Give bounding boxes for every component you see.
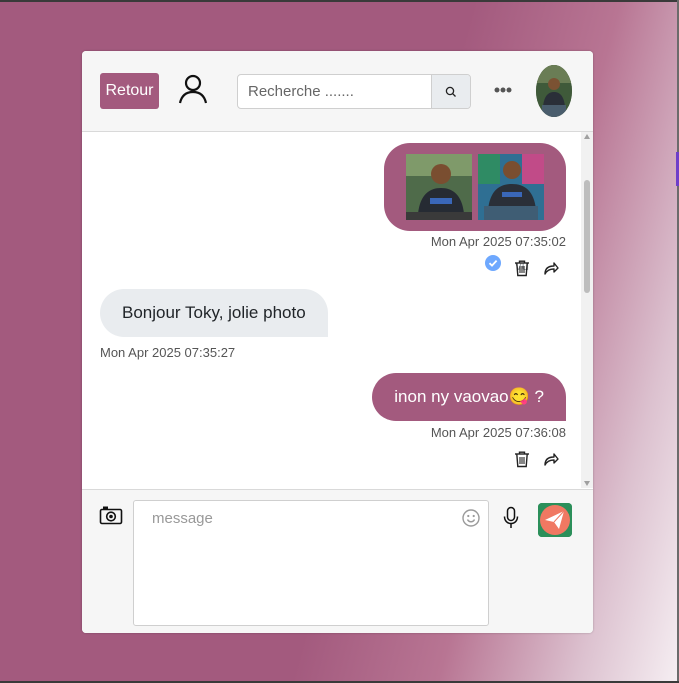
check-icon	[485, 255, 501, 271]
message-timestamp: Mon Apr 2025 07:36:08	[430, 425, 566, 440]
share-icon[interactable]	[542, 259, 560, 277]
search-input[interactable]	[238, 75, 424, 108]
user-icon[interactable]	[177, 73, 209, 105]
emoji-icon[interactable]	[462, 509, 480, 527]
incoming-message-bubble: Bonjour Toky, jolie photo	[100, 289, 328, 337]
message-timestamp: Mon Apr 2025 07:35:02	[430, 234, 566, 249]
message-photo[interactable]	[406, 154, 472, 220]
scroll-down-arrow[interactable]	[584, 481, 590, 486]
share-icon[interactable]	[542, 450, 560, 468]
message-list[interactable]: Mon Apr 2025 07:35:02 vu Bonjour Toky, j…	[82, 132, 593, 488]
chat-header: Retour	[82, 51, 593, 132]
search-box	[237, 74, 471, 109]
search-icon	[445, 86, 456, 97]
message-scrollbar[interactable]	[581, 132, 593, 488]
message-timestamp: Mon Apr 2025 07:35:27	[100, 345, 236, 360]
more-icon[interactable]	[494, 87, 512, 93]
message-composer	[82, 489, 593, 633]
photo-message-bubble	[384, 143, 566, 231]
chat-card: Retour Recherche ....... Mon Apr 2025 07…	[82, 51, 593, 633]
message-input[interactable]	[134, 501, 488, 625]
camera-icon[interactable]	[99, 505, 123, 525]
outgoing-message-bubble: inon ny vaovao😋 ?	[372, 373, 566, 421]
microphone-icon[interactable]	[501, 506, 521, 530]
message-input-box	[133, 500, 489, 626]
scroll-thumb[interactable]	[584, 180, 590, 293]
send-button[interactable]	[538, 503, 572, 537]
window-frame-top	[0, 0, 679, 2]
back-button[interactable]: Retour	[100, 73, 159, 109]
avatar[interactable]	[536, 65, 572, 117]
search-button[interactable]	[431, 75, 470, 108]
message-photo[interactable]	[478, 154, 544, 220]
send-icon	[538, 503, 572, 537]
trash-icon[interactable]	[513, 259, 531, 277]
trash-icon[interactable]	[513, 450, 531, 468]
scroll-up-arrow[interactable]	[584, 134, 590, 139]
